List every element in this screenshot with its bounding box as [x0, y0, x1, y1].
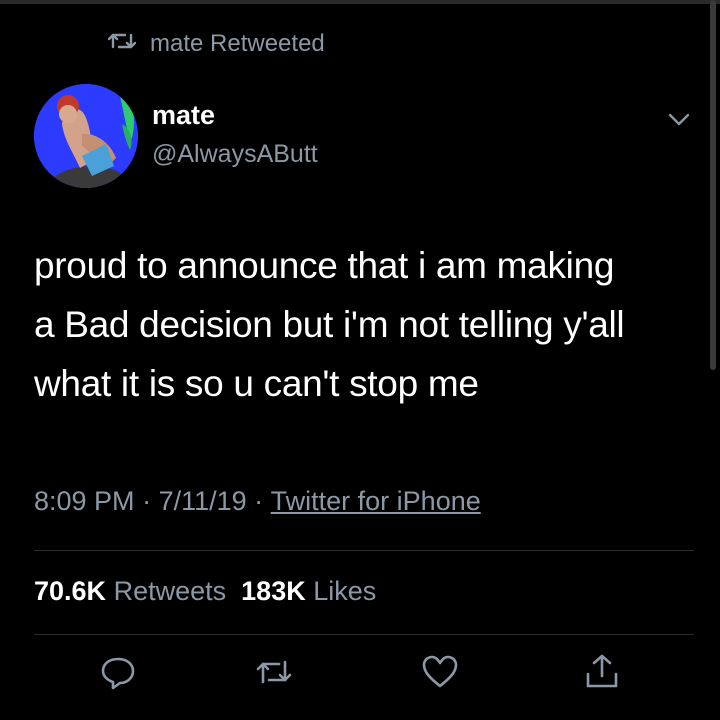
tweet-time: 8:09 PM — [34, 486, 135, 516]
author-handle[interactable]: @AlwaysAButt — [152, 140, 318, 169]
tweet-text: proud to announce that i am making a Bad… — [34, 236, 694, 413]
retweet-icon — [107, 30, 137, 59]
likes-count[interactable]: 183K — [241, 576, 306, 606]
retweets-count[interactable]: 70.6K — [34, 576, 106, 606]
tweet-source-link[interactable]: Twitter for iPhone — [271, 486, 481, 517]
like-icon[interactable] — [420, 652, 460, 692]
tweet-line: what it is so u can't stop me — [34, 363, 479, 404]
tweet-line: a Bad decision but i'm not telling y'all — [34, 304, 625, 345]
tweet-date: 7/11/19 — [158, 486, 247, 516]
retweet-banner[interactable]: mate Retweeted — [107, 28, 325, 60]
retweets-label[interactable]: Retweets — [114, 576, 227, 606]
tweet-line: proud to announce that i am making — [34, 245, 615, 286]
reply-icon[interactable] — [98, 652, 138, 692]
chevron-down-icon[interactable] — [664, 108, 694, 130]
top-border — [0, 0, 720, 4]
meta-separator: · — [246, 486, 271, 516]
tweet-stats: 70.6K Retweets 183K Likes — [34, 576, 376, 607]
retweet-banner-text: mate Retweeted — [150, 30, 325, 57]
retweet-icon[interactable] — [254, 652, 294, 692]
divider — [34, 550, 694, 551]
avatar[interactable] — [34, 84, 138, 188]
share-icon[interactable] — [582, 652, 622, 692]
tweet-meta: 8:09 PM · 7/11/19 · Twitter for iPhone — [34, 486, 481, 517]
author-name[interactable]: mate — [152, 100, 215, 131]
likes-label[interactable]: Likes — [313, 576, 376, 606]
scrollbar[interactable] — [710, 0, 716, 370]
meta-separator: · — [134, 486, 159, 516]
divider — [34, 634, 694, 635]
action-bar — [0, 652, 720, 702]
